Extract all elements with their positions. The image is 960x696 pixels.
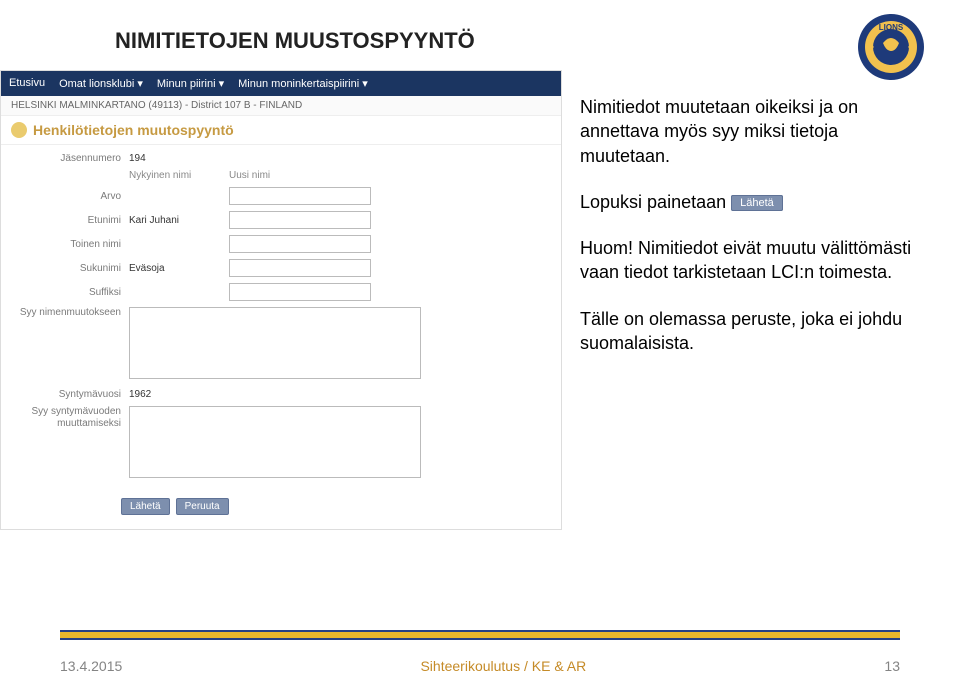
birth-reason-textarea[interactable] xyxy=(129,406,421,478)
member-number-value: 194 xyxy=(129,153,146,164)
breadcrumb: HELSINKI MALMINKARTANO (49113) - Distric… xyxy=(1,96,561,116)
footer-divider xyxy=(60,632,900,638)
footer: 13.4.2015 Sihteerikoulutus / KE & AR 13 xyxy=(60,658,900,674)
firstname-current: Kari Juhani xyxy=(129,215,229,226)
body-p2: Lopuksi painetaan Lähetä xyxy=(580,190,925,214)
nav-item-club[interactable]: Omat lionsklubi ▾ xyxy=(59,77,143,90)
firstname-label: Etunimi xyxy=(11,215,129,226)
prefix-label: Arvo xyxy=(11,191,129,202)
page-number: 13 xyxy=(884,658,900,674)
nav-item-home[interactable]: Etusivu xyxy=(9,77,45,90)
footer-center: Sihteerikoulutus / KE & AR xyxy=(420,658,586,674)
col-new: Uusi nimi xyxy=(229,170,329,181)
app-screenshot: Etusivu Omat lionsklubi ▾ Minun piirini … xyxy=(0,70,562,530)
birthyear-label: Syntymävuosi xyxy=(11,389,129,400)
suffix-input[interactable] xyxy=(229,283,371,301)
name-reason-textarea[interactable] xyxy=(129,307,421,379)
suffix-label: Suffiksi xyxy=(11,287,129,298)
body-p3: Huom! Nimitiedot eivät muutu välittömäst… xyxy=(580,236,925,285)
body-p1: Nimitiedot muutetaan oikeiksi ja on anne… xyxy=(580,95,925,168)
inline-send-button: Lähetä xyxy=(731,195,783,211)
send-button[interactable]: Lähetä xyxy=(121,498,170,515)
form-heading-text: Henkilötietojen muutospyyntö xyxy=(33,122,234,138)
prefix-input[interactable] xyxy=(229,187,371,205)
form-heading: Henkilötietojen muutospyyntö xyxy=(1,116,561,145)
navbar: Etusivu Omat lionsklubi ▾ Minun piirini … xyxy=(1,71,561,96)
lastname-current: Eväsoja xyxy=(129,263,229,274)
lions-icon xyxy=(11,122,27,138)
lastname-input[interactable] xyxy=(229,259,371,277)
svg-text:LIONS: LIONS xyxy=(879,23,904,32)
middlename-input[interactable] xyxy=(229,235,371,253)
lastname-label: Sukunimi xyxy=(11,263,129,274)
birthyear-value: 1962 xyxy=(129,389,151,400)
body-p4: Tälle on olemassa peruste, joka ei johdu… xyxy=(580,307,925,356)
birth-reason-label: Syy syntymävuoden muuttamiseksi xyxy=(11,406,129,430)
nav-item-multi[interactable]: Minun moninkertaispiirini ▾ xyxy=(238,77,368,90)
page-title: NIMITIETOJEN MUUSTOSPYYNTÖ xyxy=(115,28,900,54)
firstname-input[interactable] xyxy=(229,211,371,229)
nav-item-district[interactable]: Minun piirini ▾ xyxy=(157,77,224,90)
name-reason-label: Syy nimenmuutokseen xyxy=(11,307,129,318)
member-number-label: Jäsennumero xyxy=(11,153,129,164)
lions-logo: LIONS xyxy=(852,8,930,86)
middlename-label: Toinen nimi xyxy=(11,239,129,250)
footer-date: 13.4.2015 xyxy=(60,658,122,674)
body-text: Nimitiedot muutetaan oikeiksi ja on anne… xyxy=(580,95,925,377)
cancel-button[interactable]: Peruuta xyxy=(176,498,229,515)
col-current: Nykyinen nimi xyxy=(129,170,229,181)
